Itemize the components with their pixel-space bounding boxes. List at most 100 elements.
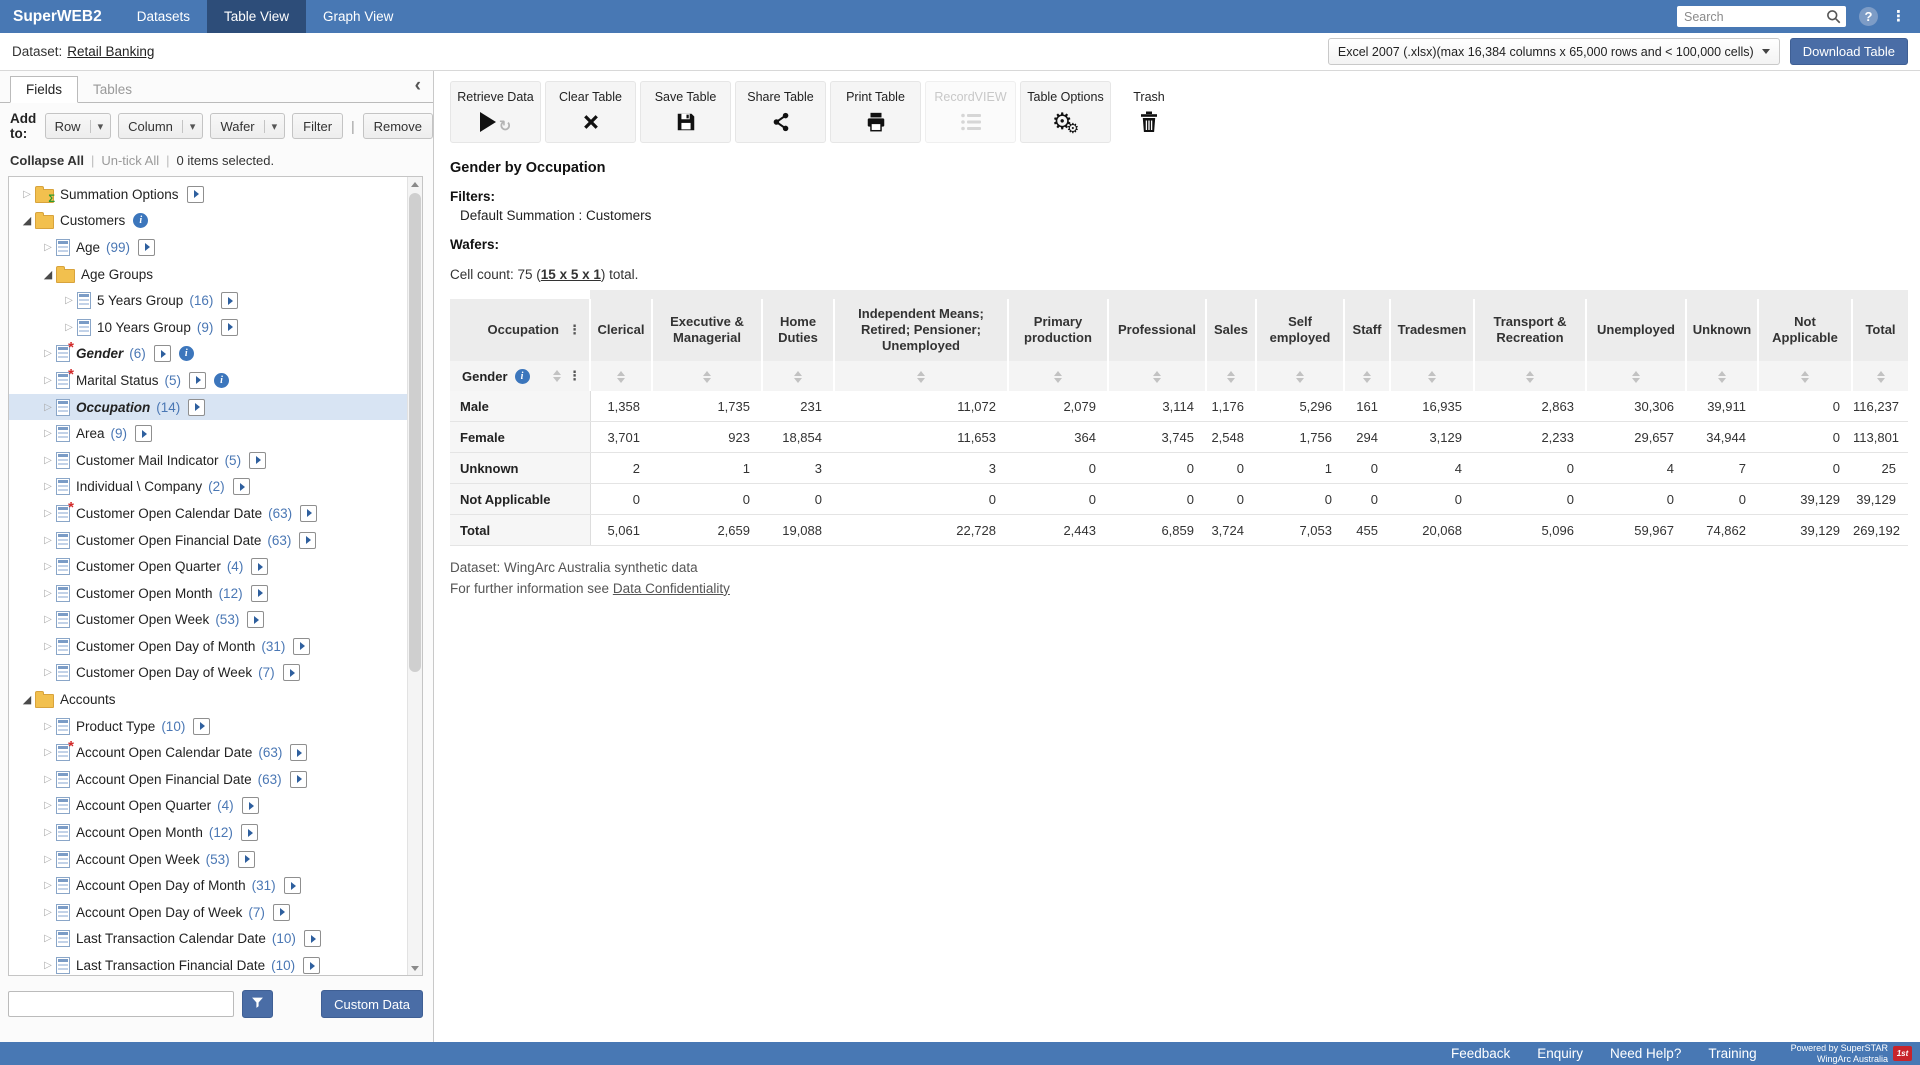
- sort-cell-executive-managerial[interactable]: [652, 361, 762, 391]
- toolbar-table-options-button[interactable]: Table Options⚙⚙: [1020, 81, 1111, 143]
- quick-add-icon[interactable]: [221, 319, 238, 336]
- expand-expander-icon[interactable]: ▷: [40, 348, 56, 359]
- sort-cell-not-applicable[interactable]: [1758, 361, 1852, 391]
- quick-add-icon[interactable]: [251, 585, 268, 602]
- tree-item-5-years-group[interactable]: ▷5 Years Group(16): [9, 287, 408, 314]
- expand-expander-icon[interactable]: ▷: [61, 295, 77, 306]
- tree-item-customer-open-quarter[interactable]: ▷Customer Open Quarter(4): [9, 553, 408, 580]
- expand-expander-icon[interactable]: ▷: [40, 614, 56, 625]
- quick-add-icon[interactable]: [138, 239, 155, 256]
- data-confidentiality-link[interactable]: Data Confidentiality: [613, 581, 730, 596]
- expand-expander-icon[interactable]: ▷: [40, 402, 56, 413]
- expand-expander-icon[interactable]: ▷: [40, 907, 56, 918]
- sort-icon[interactable]: [794, 371, 802, 383]
- quick-add-icon[interactable]: [284, 877, 301, 894]
- toolbar-share-table-button[interactable]: Share Table: [735, 81, 826, 143]
- tree-item-last-transaction-calendar-date[interactable]: ▷Last Transaction Calendar Date(10): [9, 926, 408, 953]
- collapse-expander-icon[interactable]: ◢: [19, 693, 35, 706]
- sort-icon[interactable]: [1296, 371, 1304, 383]
- collapse-all-link[interactable]: Collapse All: [10, 153, 84, 168]
- footer-link-need-help[interactable]: Need Help?: [1610, 1046, 1681, 1061]
- quick-add-icon[interactable]: [233, 478, 250, 495]
- add-to-wafer-button[interactable]: Wafer▾: [210, 113, 285, 139]
- cell-count-link[interactable]: 15 x 5 x 1: [541, 267, 601, 282]
- sort-icon[interactable]: [1428, 371, 1436, 383]
- quick-add-icon[interactable]: [187, 186, 204, 203]
- sort-cell-transport-recreation[interactable]: [1474, 361, 1586, 391]
- remove-button[interactable]: Remove: [363, 113, 433, 139]
- quick-add-icon[interactable]: [251, 558, 268, 575]
- expand-expander-icon[interactable]: ▷: [40, 242, 56, 253]
- quick-add-icon[interactable]: [193, 718, 210, 735]
- chevron-down-icon[interactable]: ▾: [90, 120, 111, 133]
- expand-expander-icon[interactable]: ▷: [40, 508, 56, 519]
- nav-tab-graph-view[interactable]: Graph View: [306, 0, 410, 33]
- overflow-menu-icon[interactable]: ⋮: [1891, 7, 1906, 26]
- expand-expander-icon[interactable]: ▷: [40, 933, 56, 944]
- tree-item-age[interactable]: ▷Age(99): [9, 234, 408, 261]
- tree-item-customer-mail-indicator[interactable]: ▷Customer Mail Indicator(5): [9, 447, 408, 474]
- tree-item-account-open-quarter[interactable]: ▷Account Open Quarter(4): [9, 793, 408, 820]
- sort-cell-professional[interactable]: [1108, 361, 1206, 391]
- quick-add-icon[interactable]: [249, 452, 266, 469]
- footer-link-enquiry[interactable]: Enquiry: [1537, 1046, 1583, 1061]
- quick-add-icon[interactable]: [242, 797, 259, 814]
- sort-icon[interactable]: [703, 371, 711, 383]
- toolbar-clear-table-button[interactable]: Clear Table: [545, 81, 636, 143]
- sort-cell-self-employed[interactable]: [1256, 361, 1344, 391]
- tree-item-account-open-calendar-date[interactable]: ▷*Account Open Calendar Date(63): [9, 739, 408, 766]
- download-table-button[interactable]: Download Table: [1790, 38, 1908, 65]
- filter-button[interactable]: Filter: [292, 113, 343, 139]
- row-dimension-header[interactable]: Genderi⋮: [450, 361, 590, 391]
- tree-item-account-open-day-of-month[interactable]: ▷Account Open Day of Month(31): [9, 872, 408, 899]
- toolbar-print-table-button[interactable]: Print Table: [830, 81, 921, 143]
- tree-scrollbar[interactable]: [407, 177, 422, 975]
- sidebar-collapse-icon[interactable]: ‹: [415, 75, 421, 97]
- footer-link-feedback[interactable]: Feedback: [1451, 1046, 1510, 1061]
- app-logo[interactable]: SuperWEB2: [0, 0, 120, 33]
- expand-expander-icon[interactable]: ▷: [40, 960, 56, 971]
- sort-cell-independent-means-retired-pensioner-unemployed[interactable]: [834, 361, 1008, 391]
- quick-add-icon[interactable]: [303, 957, 320, 974]
- info-icon[interactable]: i: [133, 213, 148, 228]
- tab-fields[interactable]: Fields: [10, 76, 78, 103]
- sort-cell-sales[interactable]: [1206, 361, 1256, 391]
- sort-cell-unknown[interactable]: [1686, 361, 1758, 391]
- toolbar-trash-button[interactable]: Trash: [1115, 81, 1183, 143]
- collapse-expander-icon[interactable]: ◢: [40, 268, 56, 281]
- expand-expander-icon[interactable]: ▷: [40, 535, 56, 546]
- toolbar-retrieve-data-button[interactable]: Retrieve Data↻: [450, 81, 541, 143]
- sort-cell-staff[interactable]: [1344, 361, 1390, 391]
- chevron-down-icon[interactable]: ▾: [182, 120, 203, 133]
- sort-cell-unemployed[interactable]: [1586, 361, 1686, 391]
- tree-item-account-open-day-of-week[interactable]: ▷Account Open Day of Week(7): [9, 899, 408, 926]
- quick-add-icon[interactable]: [299, 532, 316, 549]
- expand-expander-icon[interactable]: ▷: [40, 774, 56, 785]
- tree-item-customers[interactable]: ◢Customersi: [9, 208, 408, 235]
- tree-item-customer-open-financial-date[interactable]: ▷Customer Open Financial Date(63): [9, 527, 408, 554]
- expand-expander-icon[interactable]: ▷: [40, 747, 56, 758]
- help-icon[interactable]: ?: [1859, 7, 1878, 26]
- tree-item-area[interactable]: ▷Area(9): [9, 420, 408, 447]
- quick-add-icon[interactable]: [283, 664, 300, 681]
- info-icon[interactable]: i: [515, 369, 530, 384]
- untick-all-link[interactable]: Un-tick All: [101, 153, 159, 168]
- quick-add-icon[interactable]: [293, 638, 310, 655]
- export-format-select[interactable]: Excel 2007 (.xlsx)(max 16,384 columns x …: [1328, 38, 1780, 65]
- quick-add-icon[interactable]: [238, 851, 255, 868]
- sort-icon[interactable]: [553, 370, 561, 382]
- tree-item-marital-status[interactable]: ▷*Marital Status(5)i: [9, 367, 408, 394]
- tree-item-customer-open-day-of-week[interactable]: ▷Customer Open Day of Week(7): [9, 660, 408, 687]
- toolbar-save-table-button[interactable]: Save Table: [640, 81, 731, 143]
- custom-data-input[interactable]: [8, 991, 234, 1017]
- quick-add-icon[interactable]: [241, 824, 258, 841]
- tree-item-customer-open-calendar-date[interactable]: ▷*Customer Open Calendar Date(63): [9, 500, 408, 527]
- sort-icon[interactable]: [917, 371, 925, 383]
- expand-expander-icon[interactable]: ▷: [40, 561, 56, 572]
- quick-add-icon[interactable]: [135, 425, 152, 442]
- quick-add-icon[interactable]: [304, 930, 321, 947]
- sort-icon[interactable]: [1227, 371, 1235, 383]
- quick-add-icon[interactable]: [290, 744, 307, 761]
- sort-cell-total[interactable]: [1852, 361, 1908, 391]
- sort-icon[interactable]: [1718, 371, 1726, 383]
